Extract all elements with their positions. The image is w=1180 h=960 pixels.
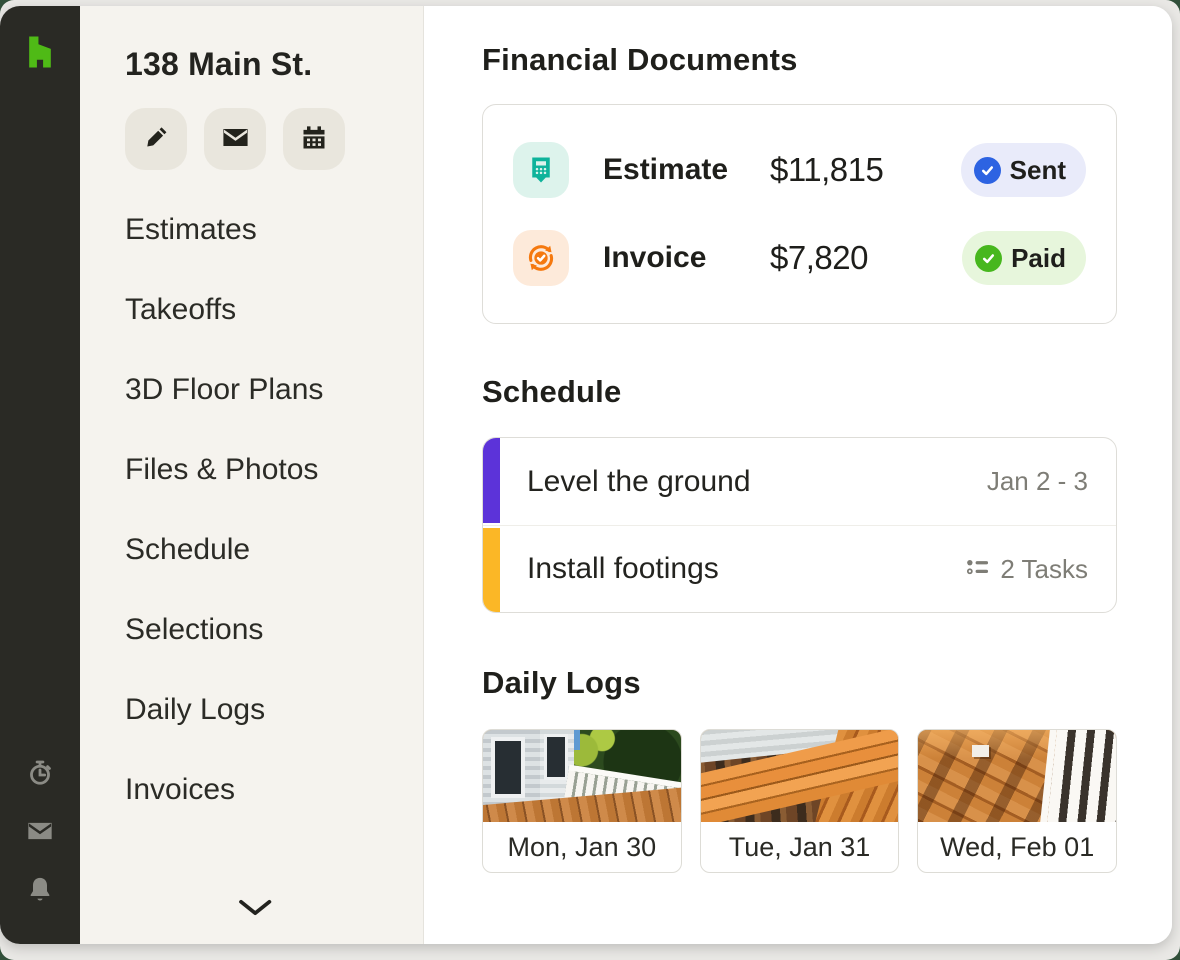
project-sidebar: 138 Main St. Estimates Takeoffs 3D Floor… <box>80 6 424 944</box>
invoice-label: Invoice <box>603 241 707 274</box>
sidebar-item-schedule[interactable]: Schedule <box>125 510 423 590</box>
estimate-amount: $11,815 <box>770 151 884 188</box>
daily-log-photo-sunlit-deck <box>918 730 1117 822</box>
timer-icon[interactable] <box>25 758 55 788</box>
task-count-text: 2 Tasks <box>1000 553 1088 584</box>
financial-documents-title: Financial Documents <box>482 42 798 77</box>
daily-log-card-jan31[interactable]: Tue, Jan 31 <box>699 729 900 873</box>
daily-log-card-jan30[interactable]: Mon, Jan 30 <box>482 729 682 873</box>
calculator-icon <box>513 142 569 198</box>
photo-railing-balusters <box>1039 730 1117 822</box>
chevron-down-icon <box>238 898 272 920</box>
daily-log-date: Tue, Jan 31 <box>728 831 871 862</box>
sidebar-item-files-photos[interactable]: Files & Photos <box>125 430 423 510</box>
email-button[interactable] <box>204 108 266 170</box>
sync-check-icon <box>513 230 569 286</box>
sidebar-expand-button[interactable] <box>235 896 275 922</box>
task-list-icon <box>965 554 990 585</box>
daily-logs-title: Daily Logs <box>482 665 641 700</box>
phase-color-bar <box>483 438 500 523</box>
calendar-icon <box>300 124 328 155</box>
daily-log-date: Wed, Feb 01 <box>940 831 1095 862</box>
invoice-amount: $7,820 <box>770 239 868 276</box>
rail-bottom-icons <box>25 758 55 944</box>
photo-window <box>544 733 568 780</box>
photo-window <box>490 737 525 799</box>
task-count: 2 Tasks <box>965 554 1088 585</box>
task-dates: Jan 2 - 3 <box>986 466 1088 496</box>
invoice-row[interactable]: Invoice $7,820 Paid <box>513 214 1086 302</box>
daily-log-card-feb01[interactable]: Wed, Feb 01 <box>917 729 1118 873</box>
photo-toolbox <box>971 744 990 757</box>
daily-log-date: Mon, Jan 30 <box>507 831 657 862</box>
sidebar-item-invoices[interactable]: Invoices <box>125 750 423 830</box>
quick-actions <box>125 108 423 170</box>
envelope-icon <box>221 123 250 155</box>
phase-color-bar <box>483 528 500 612</box>
project-title: 138 Main St. <box>125 46 313 82</box>
task-name: Level the ground <box>527 464 751 498</box>
sidebar-nav: Estimates Takeoffs 3D Floor Plans Files … <box>125 190 423 830</box>
schedule-row-level-ground[interactable]: Level the ground Jan 2 - 3 <box>483 438 1116 525</box>
sidebar-item-3d-floor-plans[interactable]: 3D Floor Plans <box>125 350 423 430</box>
estimate-status-text: Sent <box>1009 154 1066 185</box>
daily-log-photo-deck-house <box>483 730 681 822</box>
sidebar-item-selections[interactable]: Selections <box>125 590 423 670</box>
check-circle-icon <box>973 156 1001 184</box>
check-circle-icon <box>975 244 1003 272</box>
invoice-status-badge: Paid <box>962 231 1086 285</box>
estimate-row[interactable]: Estimate $11,815 Sent <box>513 126 1086 214</box>
schedule-title: Schedule <box>482 374 622 409</box>
messages-icon[interactable] <box>25 816 55 846</box>
daily-logs-list: Mon, Jan 30 Tue, Jan 31 Wed, Feb 01 <box>482 729 1118 873</box>
calendar-button[interactable] <box>283 108 345 170</box>
pencil-icon <box>143 124 170 154</box>
houzz-logo-icon[interactable] <box>23 32 57 72</box>
main-content: Financial Documents Estimate $11,815 Sen… <box>424 6 1172 944</box>
notifications-icon[interactable] <box>25 874 55 904</box>
invoice-status-text: Paid <box>1011 242 1066 273</box>
edit-button[interactable] <box>125 108 187 170</box>
daily-log-photo-joists <box>700 730 899 822</box>
schedule-row-install-footings[interactable]: Install footings 2 Tasks <box>483 525 1116 612</box>
task-name: Install footings <box>527 552 719 585</box>
financial-documents-card: Estimate $11,815 Sent Invoice $7,820 Pai… <box>482 104 1117 324</box>
estimate-status-badge: Sent <box>960 143 1086 197</box>
app-window: 138 Main St. Estimates Takeoffs 3D Floor… <box>0 6 1172 944</box>
nav-rail <box>0 6 80 944</box>
sidebar-item-takeoffs[interactable]: Takeoffs <box>125 270 423 350</box>
sidebar-item-daily-logs[interactable]: Daily Logs <box>125 670 423 750</box>
schedule-card: Level the ground Jan 2 - 3 Install footi… <box>482 437 1117 613</box>
estimate-label: Estimate <box>603 153 729 186</box>
sidebar-item-estimates[interactable]: Estimates <box>125 190 423 270</box>
